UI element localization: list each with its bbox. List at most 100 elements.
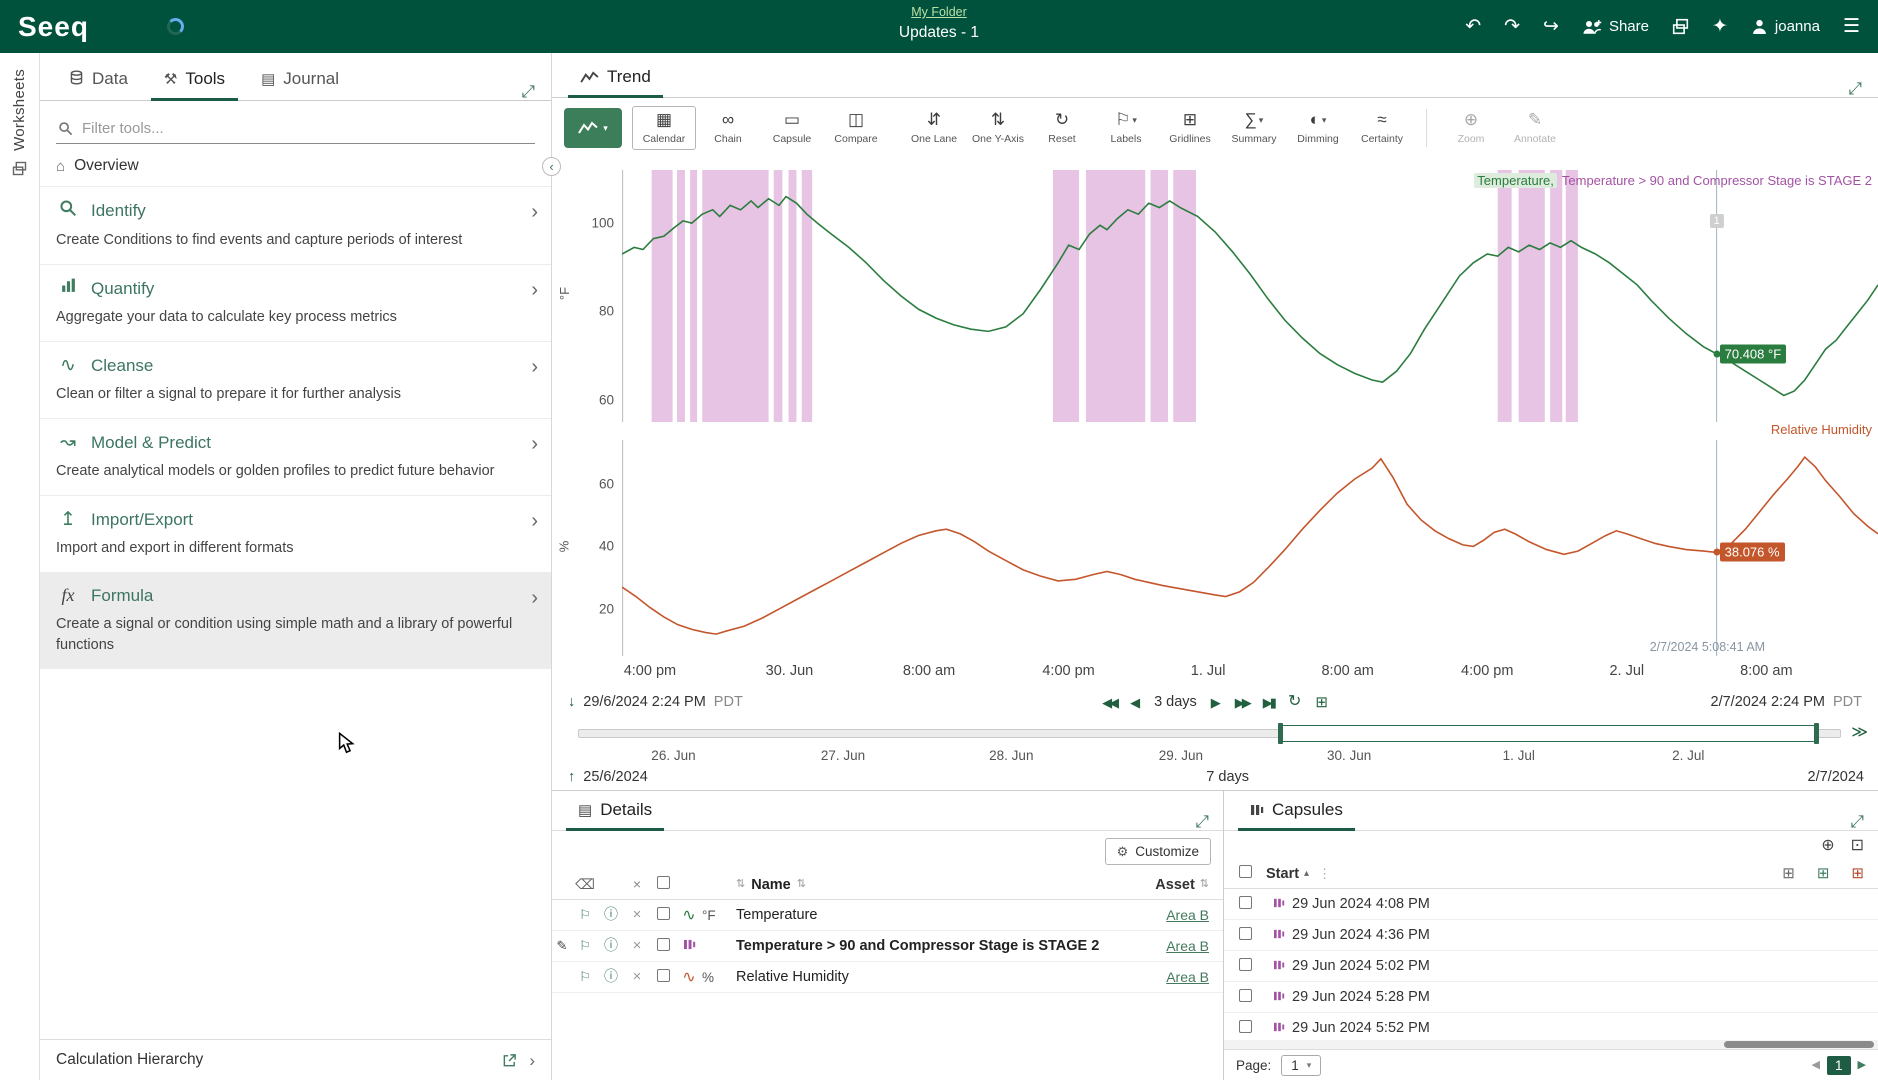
item-name[interactable]: Relative Humidity <box>736 969 1166 985</box>
name-column-header[interactable]: Name <box>751 877 791 893</box>
column-menu-icon[interactable]: ⋮ <box>1318 867 1331 880</box>
capsule-row[interactable]: 29 Jun 2024 5:02 PM <box>1224 951 1878 982</box>
range-selector-track[interactable] <box>578 729 1841 738</box>
tab-tools[interactable]: ⚒Tools <box>151 61 238 101</box>
panel-layout-icon[interactable]: ⊡ <box>1851 838 1864 854</box>
ai-assistant-icon[interactable]: ✦ <box>1712 17 1728 36</box>
certainty-button[interactable]: ≈Certainty <box>1350 106 1414 150</box>
page-select[interactable]: 1 ▾ <box>1281 1055 1321 1076</box>
external-link-icon[interactable] <box>502 1053 517 1068</box>
capsule-row[interactable]: 29 Jun 2024 4:08 PM <box>1224 889 1878 920</box>
next-page-icon[interactable]: ▶ <box>1858 1060 1866 1071</box>
humidity-lane[interactable]: 204060%Relative Humidity38.076 %2/7/2024… <box>622 440 1878 656</box>
expand-capsules-icon[interactable]: ⤢ <box>1850 813 1864 830</box>
trend-view-dropdown[interactable]: ▾ <box>564 108 622 148</box>
tab-journal[interactable]: ▤Journal <box>248 61 352 101</box>
dimming-button[interactable]: ◐▾Dimming <box>1286 106 1350 150</box>
capsule-checkbox[interactable] <box>1239 896 1252 909</box>
capsule-checkbox[interactable] <box>1239 989 1252 1002</box>
humidity-plot[interactable] <box>622 440 1878 656</box>
asset-link[interactable]: Area B <box>1166 969 1223 985</box>
row-checkbox[interactable] <box>657 907 670 920</box>
asset-link[interactable]: Area B <box>1166 907 1223 923</box>
capsule-row[interactable]: 29 Jun 2024 4:36 PM <box>1224 920 1878 951</box>
remove-icon[interactable]: × <box>633 907 642 922</box>
stats-column-icon[interactable]: ⊞ <box>1817 866 1830 881</box>
expand-range-icon[interactable]: ↑ <box>568 770 575 785</box>
select-all-checkbox[interactable] <box>657 876 670 889</box>
select-all-capsules-checkbox[interactable] <box>1239 865 1252 878</box>
user-menu[interactable]: joanna <box>1751 18 1820 35</box>
refresh-icon[interactable]: ↻ <box>1288 694 1301 710</box>
sort-icon[interactable]: ⇅ <box>736 879 745 890</box>
step-range-forward-icon[interactable]: ≫ <box>1851 725 1868 741</box>
capsule-checkbox[interactable] <box>1239 958 1252 971</box>
info-icon[interactable]: ⓘ <box>604 938 618 952</box>
display-range-end[interactable]: 2/7/2024 2:24 PM <box>1711 694 1825 710</box>
item-name[interactable]: Temperature <box>736 907 1166 923</box>
hamburger-menu-icon[interactable]: ☰ <box>1843 17 1860 36</box>
sort-icon[interactable]: ⇅ <box>1200 879 1209 890</box>
gridlines-button[interactable]: ⊞Gridlines <box>1158 106 1222 150</box>
asset-link[interactable]: Area B <box>1166 938 1223 954</box>
horizontal-scrollbar[interactable] <box>1724 1041 1874 1048</box>
tag-icon[interactable]: ⚐ <box>579 970 591 983</box>
fast-forward-icon[interactable]: ▶▶ <box>1235 696 1249 709</box>
zoom-to-capsule-icon[interactable]: ⊕ <box>1821 838 1834 854</box>
display-range-start[interactable]: 29/6/2024 2:24 PM <box>583 694 706 710</box>
range-selector-window[interactable] <box>1279 725 1818 742</box>
tool-item-formula[interactable]: fxFormula›Create a signal or condition u… <box>40 572 551 669</box>
expand-details-icon[interactable]: ⤢ <box>1195 813 1209 830</box>
tag-icon[interactable]: ⚐ <box>579 939 591 952</box>
copy-range-icon[interactable]: ⊞ <box>1315 695 1328 710</box>
asset-column-header[interactable]: Asset <box>1155 877 1195 893</box>
duration-label[interactable]: 3 days <box>1154 694 1197 710</box>
table-row[interactable]: ⚐ⓘ×∿%Relative HumidityArea B <box>552 962 1223 993</box>
table-row[interactable]: ✎⚐ⓘ×Temperature > 90 and Compressor Stag… <box>552 931 1223 962</box>
investigate-range-icon[interactable]: ↓ <box>568 695 575 710</box>
tool-item-cleanse[interactable]: ∿Cleanse›Clean or filter a signal to pre… <box>40 341 551 418</box>
remove-column-icon[interactable]: ⊞ <box>1851 866 1864 881</box>
customize-button[interactable]: ⚙ Customize <box>1105 838 1211 865</box>
skip-start-icon[interactable]: ◀◀ <box>1102 696 1116 709</box>
redo-icon[interactable]: ↷ <box>1504 17 1520 36</box>
calculation-hierarchy[interactable]: Calculation Hierarchy › <box>40 1039 551 1080</box>
tool-item-quantify[interactable]: Quantify›Aggregate your data to calculat… <box>40 264 551 341</box>
share-button[interactable]: Share <box>1582 18 1649 35</box>
compare-button[interactable]: ◫Compare <box>824 106 888 150</box>
table-row[interactable]: ⚐ⓘ×∿°FTemperatureArea B <box>552 900 1223 931</box>
skip-end-icon[interactable]: ▶▮ <box>1263 696 1274 709</box>
tool-item-identify[interactable]: Identify›Create Conditions to find event… <box>40 186 551 264</box>
worksheets-rail[interactable]: Worksheets <box>0 53 40 1080</box>
current-page[interactable]: 1 <box>1827 1056 1851 1075</box>
temperature-lane[interactable]: 6080100°FTemperature,Temperature > 90 an… <box>622 170 1878 422</box>
prev-page-icon[interactable]: ◀ <box>1812 1060 1820 1071</box>
step-forward-icon[interactable]: ▶ <box>1211 696 1221 709</box>
info-icon[interactable]: ⓘ <box>604 907 618 921</box>
edit-pencil-icon[interactable]: ✎ <box>557 939 568 952</box>
tag-icon[interactable]: ⚐ <box>579 908 591 921</box>
tab-capsules[interactable]: Capsules <box>1238 794 1355 831</box>
expand-left-panel-icon[interactable]: ⤢ <box>521 83 535 100</box>
tool-item-import-export[interactable]: ↥Import/Export›Import and export in diff… <box>40 495 551 572</box>
temperature-plot[interactable] <box>622 170 1878 422</box>
info-icon[interactable]: ⓘ <box>604 969 618 983</box>
calendar-button[interactable]: ▦Calendar <box>632 106 696 150</box>
one-lane-button[interactable]: ⇵One Lane <box>902 106 966 150</box>
tab-details[interactable]: ▤ Details <box>566 794 664 831</box>
row-checkbox[interactable] <box>657 938 670 951</box>
sort-icon[interactable]: ⇅ <box>797 879 806 890</box>
row-checkbox[interactable] <box>657 969 670 982</box>
tab-trend[interactable]: Trend <box>568 61 663 98</box>
collapse-panel-button[interactable]: ‹ <box>542 157 561 176</box>
eraser-icon[interactable]: ⌫ <box>575 877 595 891</box>
capsule-row[interactable]: 29 Jun 2024 5:28 PM <box>1224 982 1878 1013</box>
chevron-right-icon[interactable]: › <box>529 1052 535 1069</box>
share-forward-icon[interactable]: ↪ <box>1543 17 1559 36</box>
summary-button[interactable]: ∑▾Summary <box>1222 106 1286 150</box>
remove-all-icon[interactable]: × <box>633 877 641 891</box>
step-back-icon[interactable]: ◀ <box>1130 696 1140 709</box>
tool-item-model-predict[interactable]: ↝Model & Predict›Create analytical model… <box>40 418 551 495</box>
undo-icon[interactable]: ↶ <box>1465 17 1481 36</box>
add-column-icon[interactable]: ⊞ <box>1782 866 1795 881</box>
